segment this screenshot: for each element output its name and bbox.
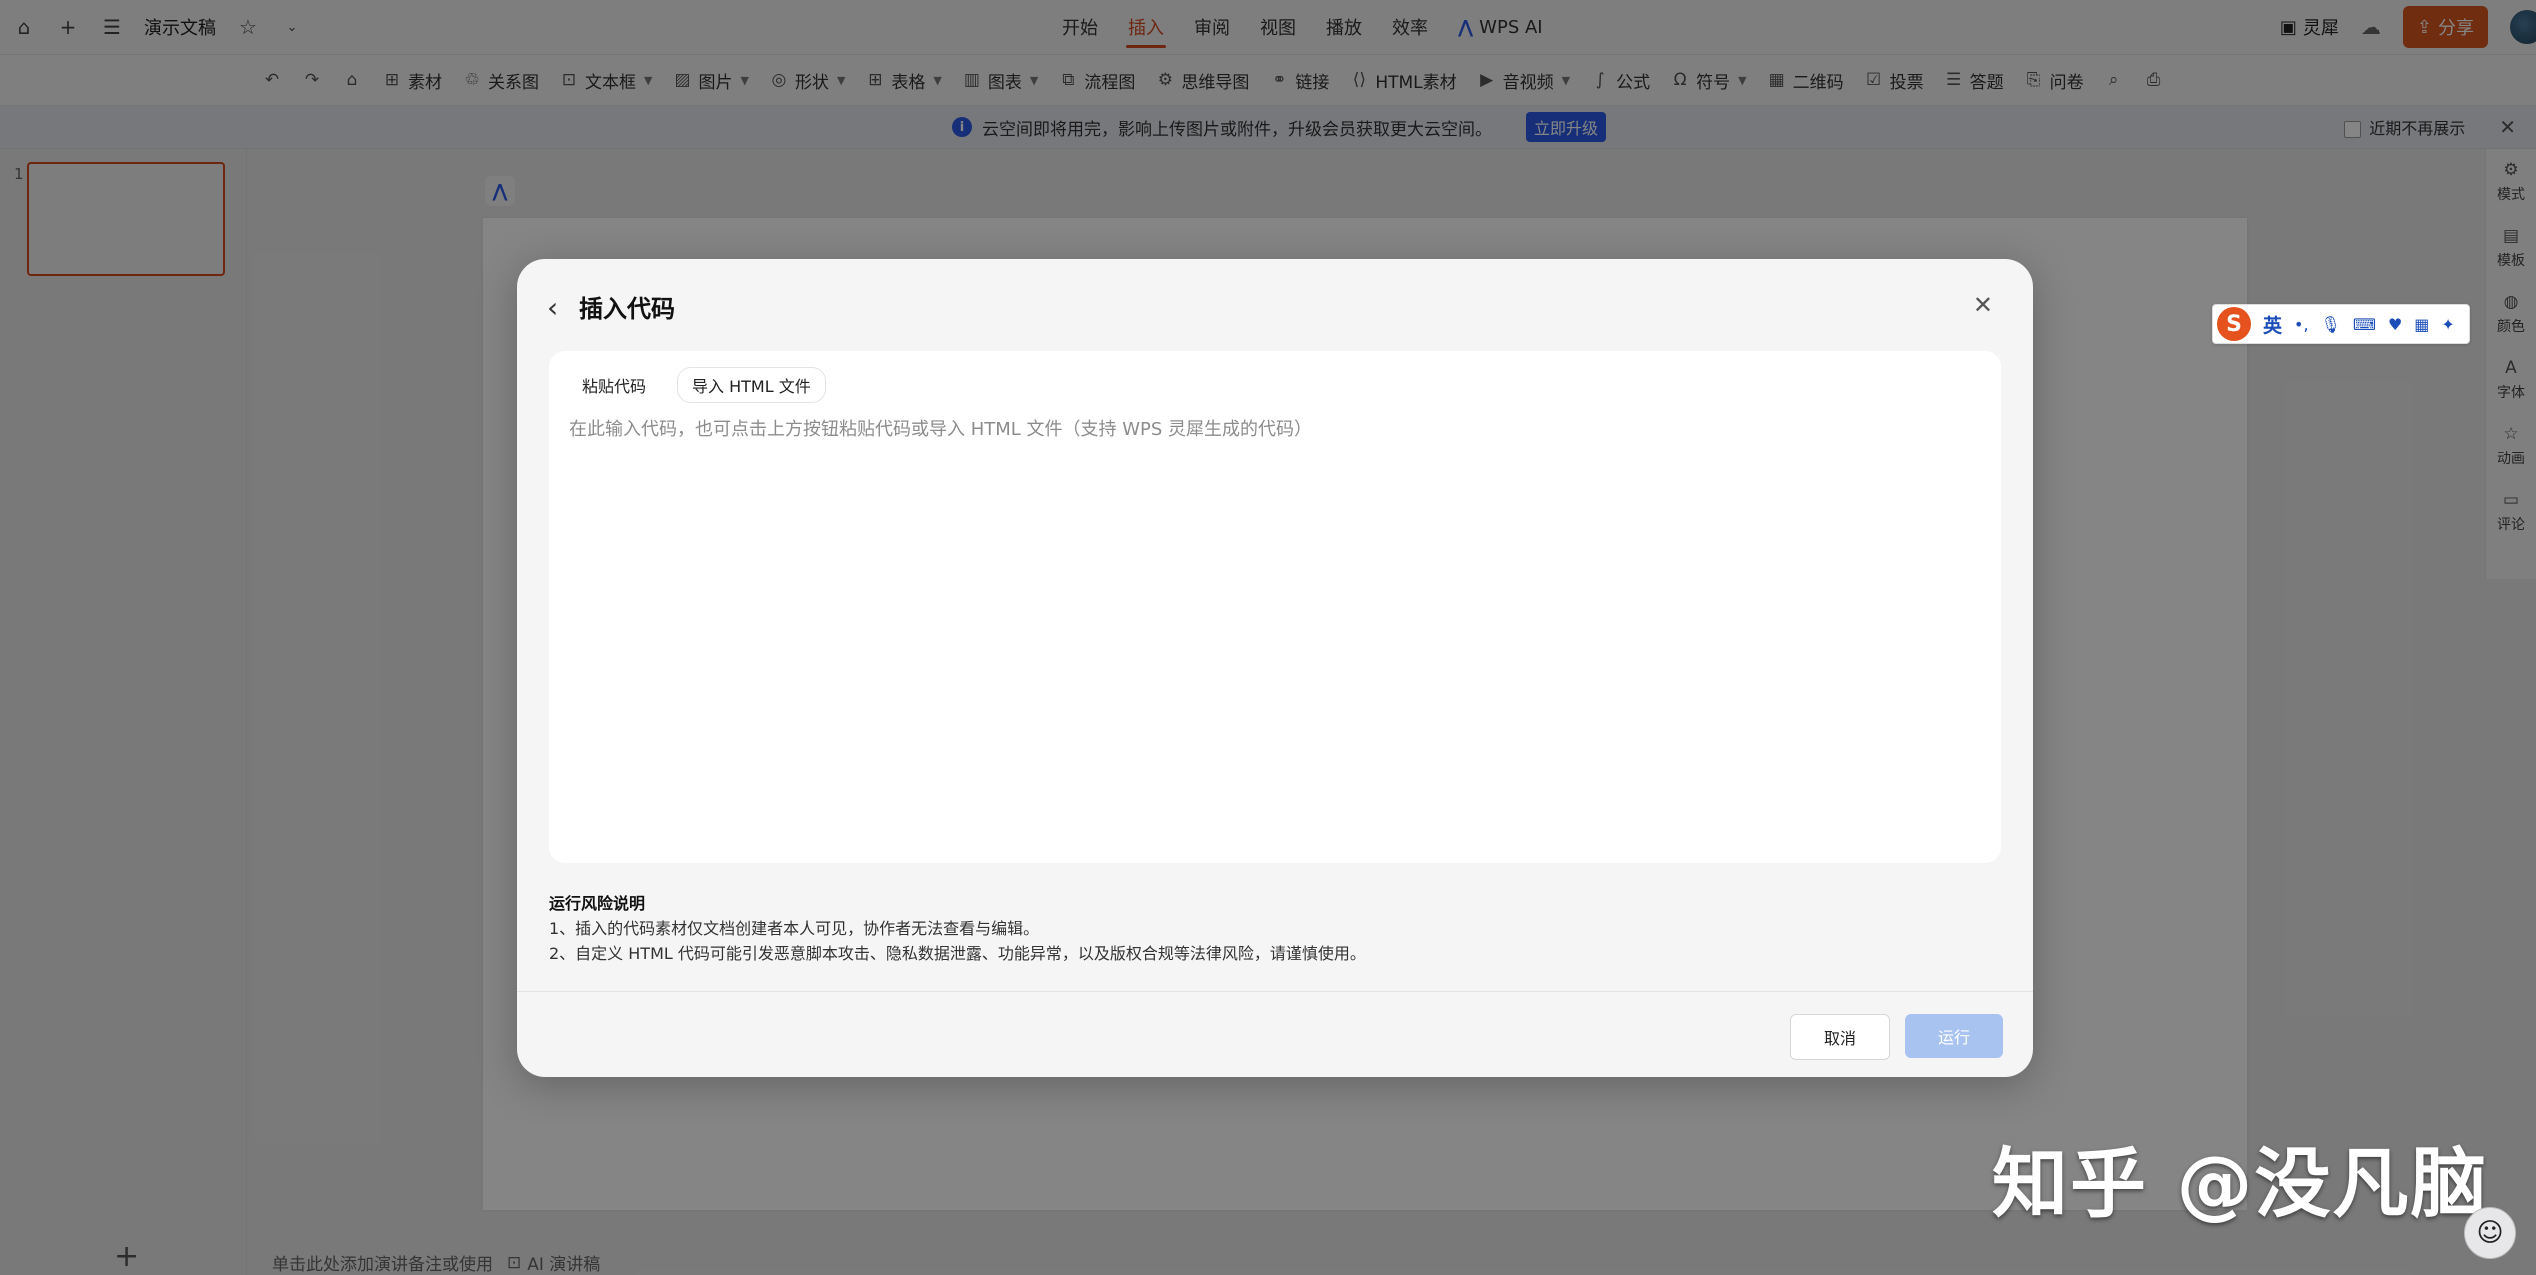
risk-title: 运行风险说明 [549,894,646,913]
dialog-divider [517,991,2033,992]
code-placeholder: 在此输入代码，也可点击上方按钮粘贴代码或导入 HTML 文件（支持 WPS 灵犀… [569,419,1313,440]
run-button[interactable]: 运行 [1905,1014,2003,1058]
code-source-tabs: 粘贴代码 导入 HTML 文件 [567,367,826,403]
assistant-face-icon[interactable]: ☺ [2464,1207,2516,1259]
insert-code-dialog: ‹ 插入代码 ✕ 粘贴代码 导入 HTML 文件 在此输入代码，也可点击上方按钮… [517,259,2033,1077]
paste-code-button[interactable]: 粘贴代码 [567,367,662,403]
ime-language-toggle[interactable]: 英 [2263,311,2282,338]
dialog-title: 插入代码 [579,295,675,323]
sogou-logo-icon[interactable]: S [2217,307,2251,341]
toolbox-icon[interactable]: ▦ [2414,315,2429,334]
risk-line-1: 1、插入的代码素材仅文档创建者本人可见，协作者无法查看与编辑。 [549,919,1040,938]
keyboard-icon[interactable]: ⌨ [2353,315,2376,334]
microphone-icon[interactable]: 🎙 [2321,315,2341,334]
import-html-button[interactable]: 导入 HTML 文件 [677,367,826,403]
back-chevron-icon[interactable]: ‹ [547,291,558,324]
watermark: 知乎 @没凡脑 [1992,1139,2489,1228]
code-input-area[interactable]: 粘贴代码 导入 HTML 文件 在此输入代码，也可点击上方按钮粘贴代码或导入 H… [549,351,2001,863]
more-icon[interactable]: ✦ [2441,315,2454,334]
risk-line-2: 2、自定义 HTML 代码可能引发恶意脚本攻击、隐私数据泄露、功能异常，以及版权… [549,944,1366,963]
risk-notice: 运行风险说明 1、插入的代码素材仅文档创建者本人可见，协作者无法查看与编辑。 2… [549,891,1366,966]
cancel-button[interactable]: 取消 [1790,1014,1890,1060]
punctuation-icon[interactable]: •, [2294,315,2309,334]
close-icon[interactable]: ✕ [1973,291,1993,319]
ime-toolbar: S 英 •, 🎙 ⌨ ♥ ▦ ✦ [2212,304,2470,344]
skin-icon[interactable]: ♥ [2388,315,2402,334]
